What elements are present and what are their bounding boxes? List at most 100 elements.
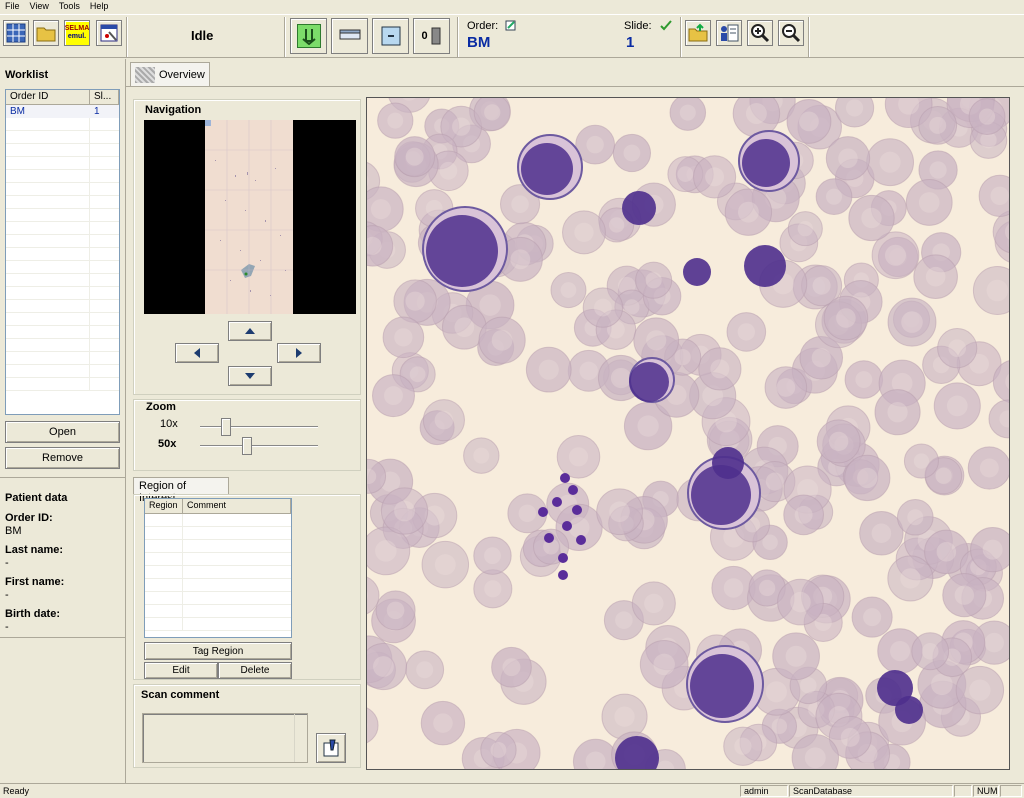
cell-pallor [871,523,892,544]
order-id-label: Order ID: [5,512,53,524]
tab-overview[interactable]: Overview [130,62,210,86]
empty-row [6,235,119,248]
cell-pallor [929,116,947,134]
zoom-low-slider[interactable] [220,418,231,436]
menu-tools[interactable]: Tools [54,0,85,11]
worklist-table[interactable]: Order ID Sl... BM 1 [5,89,120,415]
empty-row [6,300,119,313]
folder-icon [36,27,56,42]
cell-pallor [797,220,813,237]
menu-view[interactable]: View [25,0,54,11]
cell-pallor [637,415,659,437]
birth-date-label: Birth date: [5,608,60,620]
counter-button[interactable]: 0 [413,18,450,54]
open-button[interactable]: Open [5,421,120,443]
tab-line [126,86,1024,87]
menu-bar: File View Tools Help [0,0,1024,14]
remove-button[interactable]: Remove [5,447,120,469]
toolbar-separator [284,17,286,57]
zoom-title: Zoom [146,401,176,413]
worklist-view-button[interactable] [3,20,29,46]
platelet [552,497,562,507]
zoom-out-button[interactable] [778,20,804,46]
slide-image-view[interactable] [366,97,1010,770]
cell-pallor [568,447,589,467]
empty-row [145,553,291,566]
slide-holder-icon [431,27,441,45]
cell-pallor [518,504,537,523]
cell-pallor [863,608,882,627]
cell-pallor [935,467,952,484]
zoom-high-track [200,445,318,447]
roi-header: Region Comment [145,499,291,514]
navigation-map[interactable] [144,120,356,314]
tab-roi[interactable]: Region of Interest [133,477,229,504]
save-comment-button[interactable] [316,733,346,763]
menu-file[interactable]: File [0,0,25,11]
focus-button[interactable] [372,18,409,54]
cell-pallor [990,186,1009,206]
cell-nucleus [742,139,790,187]
table-row[interactable]: BM 1 [6,105,119,118]
scan-comment-scrollbar[interactable] [294,714,307,762]
scan-comment-title: Scan comment [141,689,220,701]
cell-pallor [409,366,426,383]
export-button[interactable] [685,20,711,46]
check-icon [660,20,672,31]
toolbar-separator [126,17,128,57]
pan-left-button[interactable] [175,343,219,363]
frame-icon [381,26,400,46]
tab-overview-label: Overview [159,68,205,81]
zoom-in-button[interactable] [747,20,773,46]
cell-pallor [615,611,633,629]
pan-down-button[interactable] [228,366,272,386]
edit-button[interactable]: Edit [144,662,218,679]
navigation-title: Navigation [145,104,202,116]
selma-emulator-button[interactable]: SELMA emul. [64,20,90,46]
column-slide[interactable]: Sl... [90,90,119,105]
zoom-high-slider[interactable] [242,437,253,455]
cell-pallor [969,679,991,701]
column-comment[interactable]: Comment [183,499,291,514]
cell-pallor [921,642,939,660]
first-name-label: First name: [5,576,65,588]
load-slide-button[interactable] [290,18,327,54]
pan-right-button[interactable] [277,343,321,363]
menu-help[interactable]: Help [85,0,114,11]
status-text: Ready [3,786,30,796]
status-bar: Ready admin ScanDatabase NUM [0,783,1024,798]
empty-row [145,605,291,618]
scan-comment-input[interactable] [142,713,308,763]
cell-pallor [705,167,725,187]
status-empty [954,785,972,797]
cell-pallor [979,458,999,478]
last-name-label: Last name: [5,544,64,556]
empty-row [6,248,119,261]
scanner-settings-button[interactable] [96,20,122,46]
delete-button[interactable]: Delete [218,662,292,679]
cell-pallor [434,410,454,430]
cell-pallor [370,199,391,220]
cell-pallor [452,117,471,136]
tag-region-button[interactable]: Tag Region [144,642,292,660]
cell-pallor [765,472,784,491]
patient-info-button[interactable] [716,20,742,46]
empty-row [6,144,119,157]
pan-up-button[interactable] [228,321,272,341]
empty-row [145,618,291,631]
column-order-id[interactable]: Order ID [6,90,90,105]
cell-pallor [986,279,1009,302]
edit-order-icon[interactable] [505,20,517,32]
cell-pallor [387,112,404,129]
cell-pallor [836,308,856,328]
cell-pallor [737,201,759,223]
eject-slide-button[interactable] [331,18,368,54]
column-region[interactable]: Region [145,499,183,514]
platelet [558,553,568,563]
zoom-out-icon [782,24,801,43]
roi-table[interactable]: Region Comment [144,498,292,638]
open-folder-button[interactable] [33,20,59,46]
cell-pallor [623,144,641,162]
cell-pallor [907,509,924,526]
cell-pallor [811,348,831,368]
